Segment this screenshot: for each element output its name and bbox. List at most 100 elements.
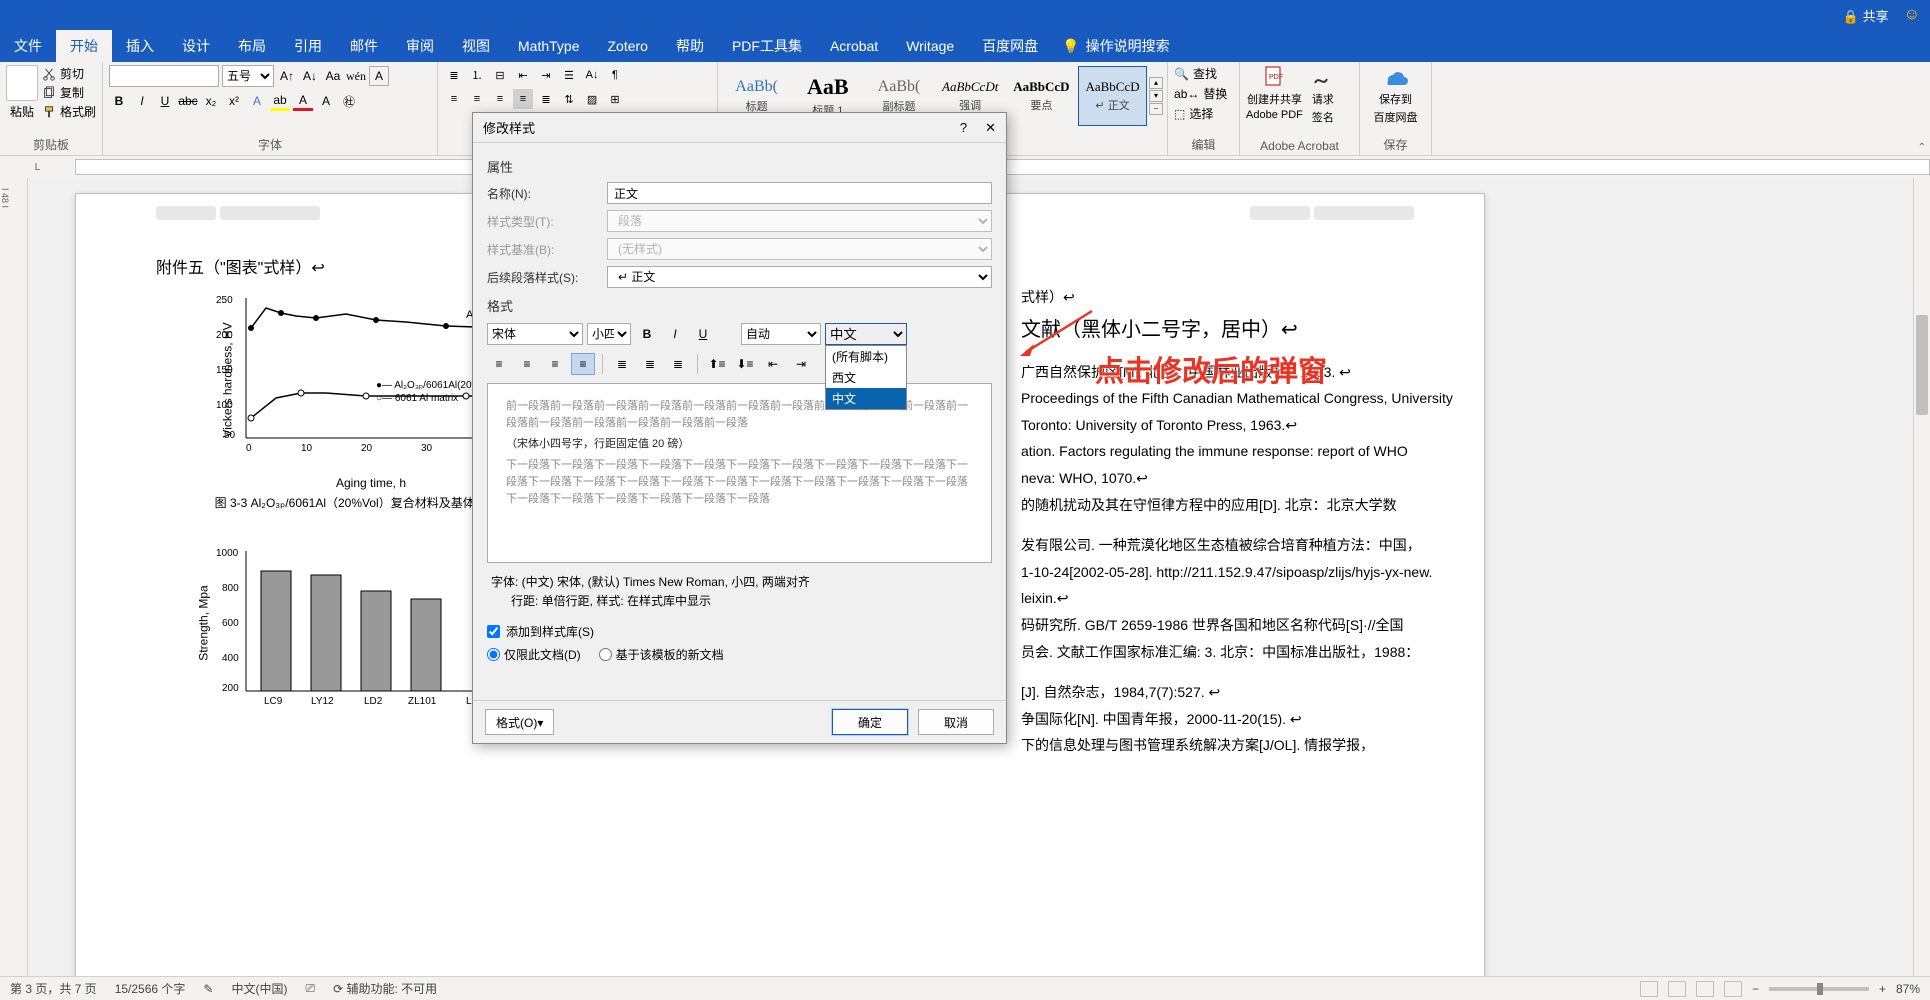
enclose-char-button[interactable]: ㊓ xyxy=(339,91,359,111)
zoom-in-button[interactable]: + xyxy=(1879,982,1886,996)
numbering-button[interactable]: ⒈ xyxy=(467,65,487,85)
menu-home[interactable]: 开始 xyxy=(56,30,112,62)
dlg-ok-button[interactable]: 确定 xyxy=(832,709,908,735)
view-web-button[interactable] xyxy=(1724,981,1742,997)
status-language[interactable]: 中文(中国) xyxy=(231,980,287,997)
dlg-radio-template[interactable]: 基于该模板的新文档 xyxy=(599,646,724,663)
menu-help[interactable]: 帮助 xyxy=(662,30,718,62)
sort-button[interactable]: A↓ xyxy=(582,65,602,85)
font-color-button[interactable]: A xyxy=(293,91,313,111)
shrink-font-button[interactable]: A↓ xyxy=(300,66,320,86)
zoom-out-button[interactable]: − xyxy=(1752,982,1759,996)
vertical-scrollbar[interactable] xyxy=(1913,178,1930,976)
shading-button[interactable]: ▨ xyxy=(582,89,602,109)
borders-button[interactable]: ⊞ xyxy=(605,89,625,109)
dlg-font-size-combo[interactable]: 小四 xyxy=(587,323,631,345)
dlg-lang-option-chinese[interactable]: 中文 xyxy=(826,388,906,409)
share-button[interactable]: 🔒 共享 xyxy=(1843,6,1889,25)
char-border-button[interactable]: A xyxy=(369,66,389,86)
dlg-spacing-1-button[interactable]: ≣ xyxy=(610,353,634,375)
status-page[interactable]: 第 3 页，共 7 页 xyxy=(10,980,97,997)
menu-design[interactable]: 设计 xyxy=(168,30,224,62)
view-read-button[interactable] xyxy=(1668,981,1686,997)
view-print-button[interactable] xyxy=(1696,981,1714,997)
styles-up-button[interactable]: ▴ xyxy=(1149,77,1163,89)
style-normal[interactable]: AaBbCcD↵ 正文 xyxy=(1078,66,1147,126)
bold-button[interactable]: B xyxy=(109,91,129,111)
dlg-radio-doc[interactable]: 仅限此文档(D) xyxy=(487,646,581,663)
dlg-underline-button[interactable]: U xyxy=(691,323,715,345)
status-accessibility[interactable]: ⟳ 辅助功能: 不可用 xyxy=(333,980,437,997)
dlg-space-before-dec-button[interactable]: ⬇≡ xyxy=(733,353,757,375)
dlg-font-name-combo[interactable]: 宋体 xyxy=(487,323,583,345)
align-right-button[interactable]: ≡ xyxy=(490,89,510,109)
zoom-level[interactable]: 87% xyxy=(1896,982,1920,996)
superscript-button[interactable]: x² xyxy=(224,91,244,111)
decrease-indent-button[interactable]: ⇤ xyxy=(513,65,533,85)
collapse-ribbon-button[interactable]: ⌃ xyxy=(1918,142,1926,153)
dlg-bold-button[interactable]: B xyxy=(635,323,659,345)
align-center-button[interactable]: ≡ xyxy=(467,89,487,109)
menu-baidu[interactable]: 百度网盘 xyxy=(968,30,1052,62)
dlg-next-select[interactable]: ↵ 正文 xyxy=(607,266,992,288)
replace-button[interactable]: ab↔ 替换 xyxy=(1174,85,1233,102)
view-focus-button[interactable] xyxy=(1640,981,1658,997)
status-spellcheck-icon[interactable]: ✎ xyxy=(203,982,213,996)
menu-review[interactable]: 审阅 xyxy=(392,30,448,62)
menu-mathtype[interactable]: MathType xyxy=(504,30,593,62)
dlg-lang-option-all[interactable]: (所有脚本) xyxy=(826,346,906,367)
dlg-justify-button[interactable]: ≡ xyxy=(571,353,595,375)
dialog-help-button[interactable]: ? xyxy=(960,120,967,136)
line-spacing-button[interactable]: ⇅ xyxy=(559,89,579,109)
dlg-align-center-button[interactable]: ≡ xyxy=(515,353,539,375)
text-effects-button[interactable]: A xyxy=(247,91,267,111)
scrollbar-thumb[interactable] xyxy=(1916,315,1928,415)
dlg-format-menu-button[interactable]: 格式(O)▾ xyxy=(485,709,554,735)
strike-button[interactable]: abc xyxy=(178,91,198,111)
justify-button[interactable]: ≡ xyxy=(513,89,533,109)
dlg-indent-dec-button[interactable]: ⇤ xyxy=(761,353,785,375)
find-button[interactable]: 🔍 查找 xyxy=(1174,65,1233,82)
multilevel-button[interactable]: ⊟ xyxy=(490,65,510,85)
font-name-combo[interactable] xyxy=(109,65,219,87)
dlg-name-input[interactable] xyxy=(607,182,992,204)
tell-me-search[interactable]: 💡 操作说明搜索 xyxy=(1052,30,1179,62)
dialog-close-button[interactable]: ✕ xyxy=(985,120,996,136)
styles-down-button[interactable]: ▾ xyxy=(1149,90,1163,102)
change-case-button[interactable]: Aa xyxy=(323,66,343,86)
paste-button[interactable]: 粘贴 xyxy=(6,65,38,120)
dlg-add-template-check[interactable]: 添加到样式库(S) xyxy=(487,623,992,640)
distribute-button[interactable]: ≣ xyxy=(536,89,556,109)
underline-button[interactable]: U xyxy=(155,91,175,111)
dlg-italic-button[interactable]: I xyxy=(663,323,687,345)
styles-more-button[interactable]: ⎯ xyxy=(1149,103,1163,115)
menu-view[interactable]: 视图 xyxy=(448,30,504,62)
menu-insert[interactable]: 插入 xyxy=(112,30,168,62)
status-macro-icon[interactable]: ⎚ xyxy=(305,981,315,996)
subscript-button[interactable]: x₂ xyxy=(201,91,221,111)
dlg-add-template-checkbox[interactable] xyxy=(487,625,500,638)
show-marks-button[interactable]: ¶ xyxy=(605,65,625,85)
dlg-cancel-button[interactable]: 取消 xyxy=(918,709,994,735)
grow-font-button[interactable]: A↑ xyxy=(277,66,297,86)
zoom-slider[interactable] xyxy=(1769,987,1869,991)
style-point[interactable]: AaBbCcD要点 xyxy=(1007,66,1076,126)
format-painter-button[interactable]: 格式刷 xyxy=(42,103,96,120)
dlg-align-right-button[interactable]: ≡ xyxy=(543,353,567,375)
vertical-ruler[interactable]: I 48 I xyxy=(0,178,28,976)
dlg-space-before-inc-button[interactable]: ⬆≡ xyxy=(705,353,729,375)
dlg-lang-option-western[interactable]: 西文 xyxy=(826,367,906,388)
create-pdf-button[interactable]: PDF 创建并共享Adobe PDF xyxy=(1246,65,1303,125)
menu-references[interactable]: 引用 xyxy=(280,30,336,62)
menu-zotero[interactable]: Zotero xyxy=(593,30,661,62)
font-size-combo[interactable]: 五号 xyxy=(222,65,274,87)
menu-acrobat[interactable]: Acrobat xyxy=(816,30,892,62)
phonetic-guide-button[interactable]: wén xyxy=(346,66,366,86)
menu-pdf[interactable]: PDF工具集 xyxy=(718,30,816,62)
save-to-cloud-button[interactable]: 保存到百度网盘 xyxy=(1366,65,1425,125)
italic-button[interactable]: I xyxy=(132,91,152,111)
cut-button[interactable]: 剪切 xyxy=(42,65,96,82)
menu-mailings[interactable]: 邮件 xyxy=(336,30,392,62)
dlg-indent-inc-button[interactable]: ⇥ xyxy=(789,353,813,375)
menu-layout[interactable]: 布局 xyxy=(224,30,280,62)
